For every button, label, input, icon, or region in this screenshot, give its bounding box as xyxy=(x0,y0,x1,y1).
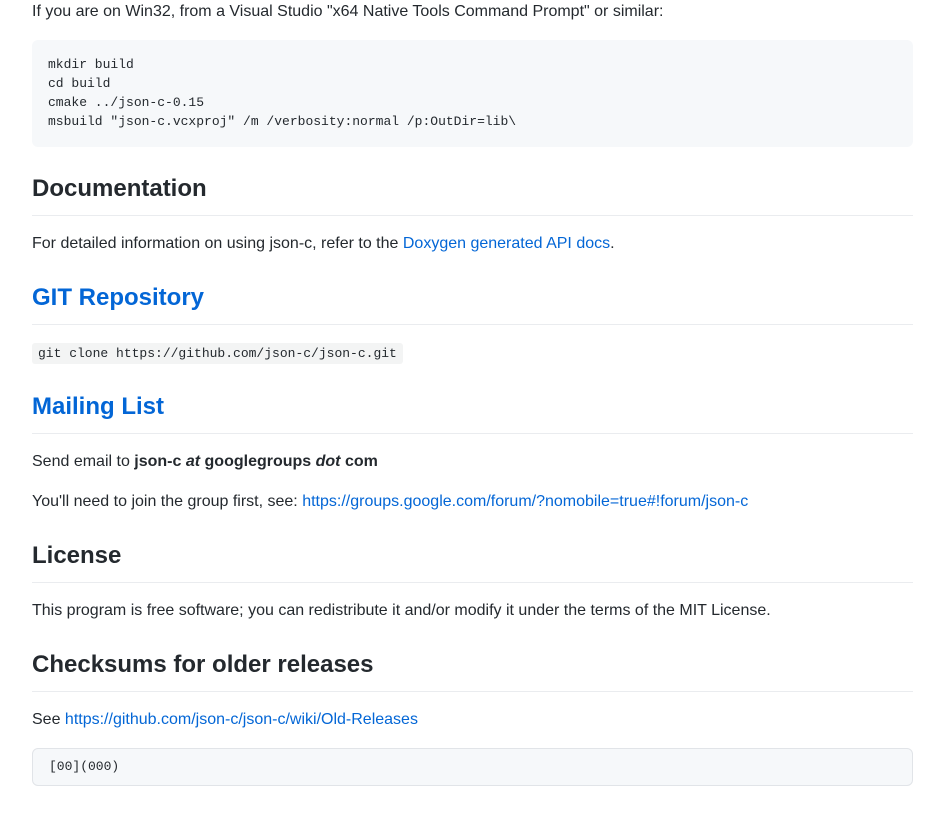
documentation-paragraph: For detailed information on using json-c… xyxy=(32,232,913,256)
checksums-paragraph: See https://github.com/json-c/json-c/wik… xyxy=(32,708,913,732)
checksums-heading: Checksums for older releases xyxy=(32,647,913,692)
license-heading: License xyxy=(32,538,913,583)
mailinglist-join-paragraph: You'll need to join the group first, see… xyxy=(32,490,913,514)
checksums-link[interactable]: https://github.com/json-c/json-c/wiki/Ol… xyxy=(65,711,418,728)
intro-paragraph: If you are on Win32, from a Visual Studi… xyxy=(32,0,913,24)
git-clone-paragraph: git clone https://github.com/json-c/json… xyxy=(32,341,913,365)
bottom-code-block: [00](000) xyxy=(32,748,913,786)
doxygen-link[interactable]: Doxygen generated API docs xyxy=(403,235,610,252)
git-heading[interactable]: GIT Repository xyxy=(32,280,913,325)
mailinglist-b1: json-c xyxy=(134,453,186,470)
mailinglist-i1: at xyxy=(186,453,200,470)
mailinglist-join-prefix: You'll need to join the group first, see… xyxy=(32,493,302,510)
git-clone-code: git clone https://github.com/json-c/json… xyxy=(32,343,403,364)
mailinglist-heading[interactable]: Mailing List xyxy=(32,389,913,434)
mailinglist-text-prefix: Send email to xyxy=(32,453,134,470)
documentation-text-prefix: For detailed information on using json-c… xyxy=(32,235,403,252)
mailinglist-email-paragraph: Send email to json-c at googlegroups dot… xyxy=(32,450,913,474)
mailinglist-b2: googlegroups xyxy=(200,453,316,470)
documentation-text-suffix: . xyxy=(610,235,614,252)
documentation-heading: Documentation xyxy=(32,171,913,216)
checksums-text-prefix: See xyxy=(32,711,65,728)
license-paragraph: This program is free software; you can r… xyxy=(32,599,913,623)
mailinglist-b3: com xyxy=(341,453,378,470)
mailinglist-i2: dot xyxy=(316,453,341,470)
build-code-block: mkdir build cd build cmake ../json-c-0.1… xyxy=(32,40,913,147)
mailinglist-join-link[interactable]: https://groups.google.com/forum/?nomobil… xyxy=(302,493,748,510)
